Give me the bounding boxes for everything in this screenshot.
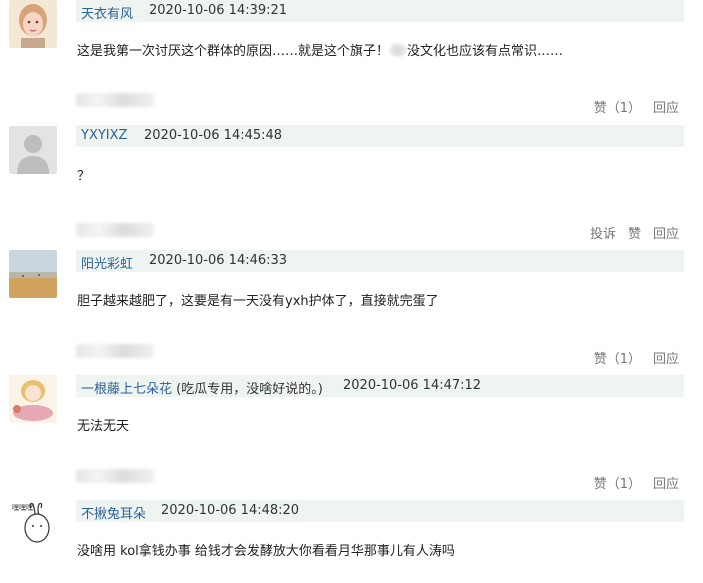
comment-actions: 投诉 赞 回应 [590, 223, 679, 242]
comment-header: 不揪兔耳朵 2020-10-06 14:48:20 [76, 500, 684, 522]
like-button[interactable]: 赞（1） [594, 97, 641, 116]
beach-photo-avatar[interactable] [9, 250, 57, 298]
comment-timestamp: 2020-10-06 14:48:20 [161, 503, 300, 518]
comment-header: 阳光彩虹 2020-10-06 14:46:33 [76, 250, 684, 272]
like-button[interactable]: 赞（1） [594, 473, 641, 492]
user-note: (吃瓜专用，没啥好说的。) [176, 382, 323, 397]
blurred-reply-area [76, 223, 154, 237]
reply-button[interactable]: 回应 [653, 97, 679, 116]
comment-timestamp: 2020-10-06 14:45:48 [144, 128, 283, 143]
like-button[interactable]: 赞 [628, 223, 641, 242]
comment-actions: 赞（1） 回应 [594, 97, 679, 116]
illustrated-girl-avatar[interactable] [9, 0, 57, 48]
comment-timestamp: 2020-10-06 14:47:12 [343, 378, 482, 393]
comment-text: 胆子越来越肥了，这要是有一天没有yxh护体了，直接就完蛋了 [77, 294, 439, 309]
blurred-emoji [389, 43, 408, 57]
comment-timestamp: 2020-10-06 14:46:33 [149, 253, 288, 268]
bunny-doodle-avatar[interactable]: 嘿嘿嘿 [9, 500, 57, 548]
reply-button[interactable]: 回应 [653, 473, 679, 492]
comment-actions: 赞（1） 回应 [594, 473, 679, 492]
comment-actions: 赞（1） 回应 [594, 348, 679, 367]
anime-girl-avatar[interactable] [9, 375, 57, 423]
username-link[interactable]: 不揪兔耳朵 [81, 503, 146, 522]
default-user-avatar[interactable] [9, 126, 57, 174]
reply-button[interactable]: 回应 [653, 223, 679, 242]
reply-button[interactable]: 回应 [653, 348, 679, 367]
blurred-reply-area [76, 93, 154, 107]
comment-header: 天衣有风 2020-10-06 14:39:21 [76, 0, 684, 22]
comment-timestamp: 2020-10-06 14:39:21 [149, 3, 288, 18]
like-button[interactable]: 赞（1） [594, 348, 641, 367]
comment-header: 一根藤上七朵花 (吃瓜专用，没啥好说的。) 2020-10-06 14:47:1… [76, 375, 684, 397]
username-link[interactable]: YXYIXZ [81, 128, 127, 143]
comment-text: ？ [77, 169, 91, 184]
username-link[interactable]: 天衣有风 [81, 3, 133, 22]
comment-text: 无法无天 [77, 419, 130, 434]
comment-text: 这是我第一次讨厌这个群体的原因……就是这个旗子！ 没文化也应该有点常识…… [77, 43, 564, 59]
comment-header: YXYIXZ 2020-10-06 14:45:48 [76, 125, 684, 147]
username-link[interactable]: 阳光彩虹 [81, 253, 133, 272]
blurred-reply-area [76, 469, 154, 483]
report-button[interactable]: 投诉 [590, 223, 616, 242]
blurred-reply-area [76, 344, 154, 358]
comment-text: 没啥用 kol拿钱办事 给钱才会发酵放大你看看月华那事儿有人涛吗 [77, 544, 455, 559]
username-link[interactable]: 一根藤上七朵花 (吃瓜专用，没啥好说的。) [81, 378, 323, 397]
